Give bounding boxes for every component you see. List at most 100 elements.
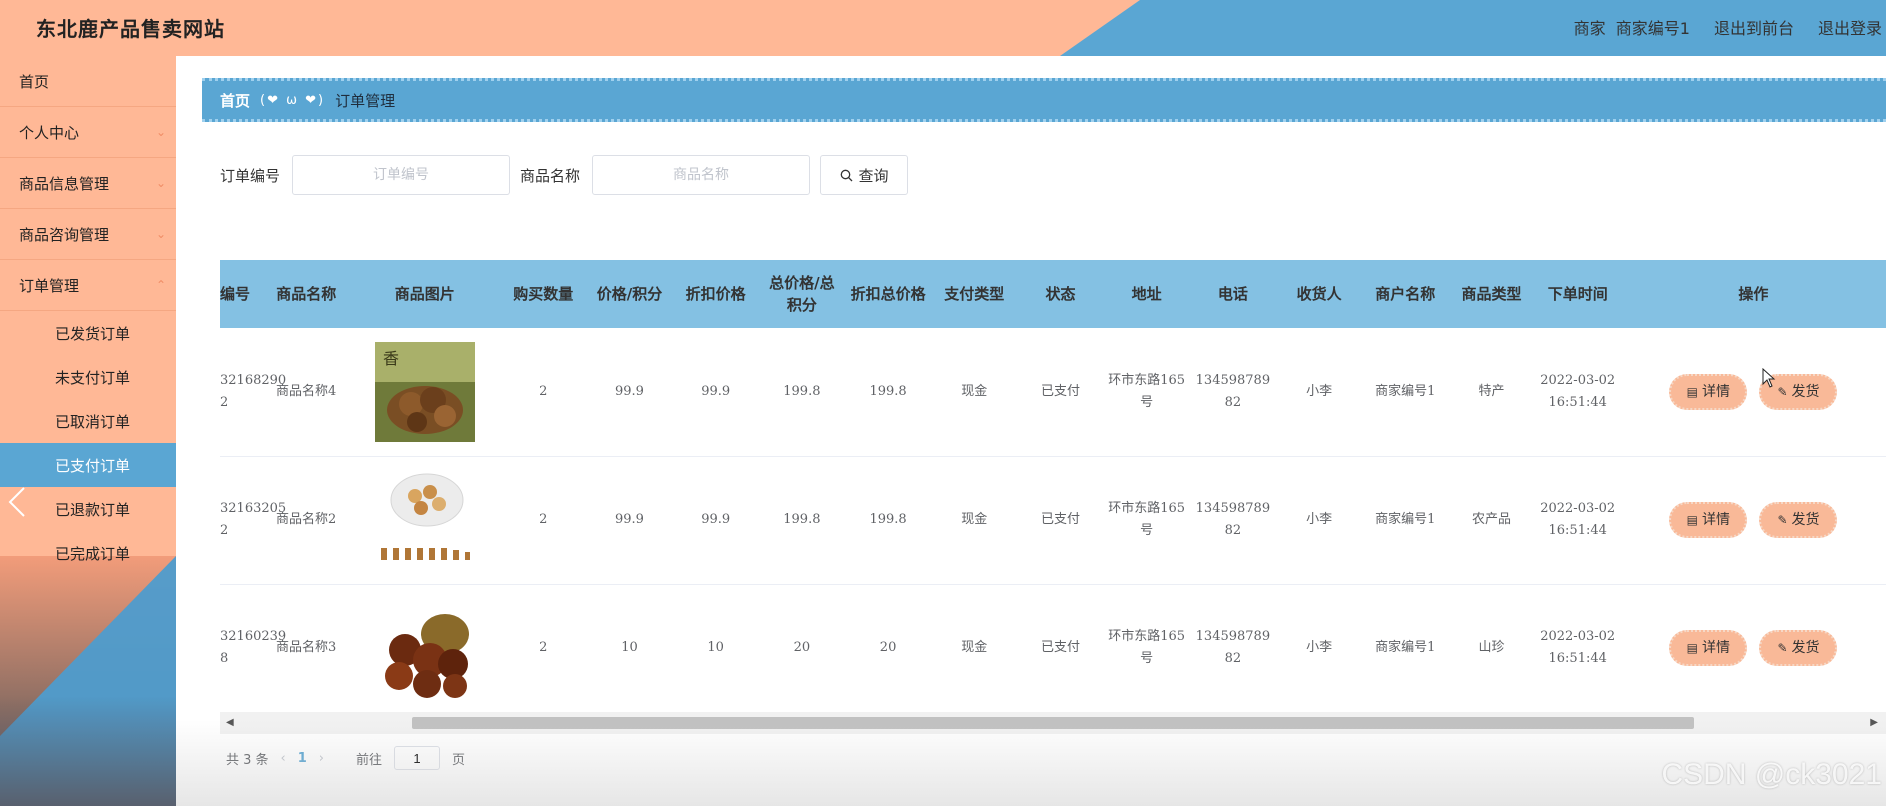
cell-qty: 2 [539,640,548,655]
header-user-area: 商家 商家编号1 退出到前台 退出登录 [1574,15,1882,39]
user-name: 商家编号1 [1615,19,1690,38]
column-header: 状态 [1045,285,1076,303]
cell-pay-type: 现金 [961,512,988,527]
goto-page-input[interactable] [394,746,441,770]
mouse-cursor-icon [1762,368,1776,388]
edit-icon: ✎ [1777,384,1788,399]
document-icon: ▤ [1686,641,1698,655]
table-row: 32160239 8 商品名称3 2 10 10 20 20 现金 已支付 环市… [220,584,1886,712]
column-header: 折扣价格 [685,285,746,303]
cell-id: 32160239 8 [220,629,287,666]
cell-category: 山珍 [1478,640,1505,655]
product-image-chestnuts [374,598,475,698]
cell-qty: 2 [539,383,548,399]
sidebar-item-label: 商品信息管理 [19,174,110,193]
table-horizontal-scrollbar[interactable]: ◀ ▶ [220,712,1886,734]
ship-button-label: 发货 [1791,640,1820,656]
sidebar-item-personal-center[interactable]: 个人中心 ⌄ [0,107,176,158]
sidebar-item-product-info[interactable]: 商品信息管理 ⌄ [0,158,176,209]
detail-button[interactable]: ▤ 详情 [1669,630,1748,666]
page-suffix: 页 [452,752,466,768]
cell-category: 农产品 [1471,512,1511,527]
product-image-dried-mushroom: 香 [374,341,475,442]
order-no-input[interactable] [292,155,511,195]
cell-status: 已支付 [1040,640,1080,655]
scrollbar-thumb[interactable] [412,717,1694,729]
breadcrumb-separator: (❤ ω ❤) [260,92,326,108]
chevron-left-icon[interactable] [6,484,30,520]
submenu-completed-orders[interactable]: 已完成订单 [0,531,176,575]
submenu-paid-orders[interactable]: 已支付订单 [0,443,176,487]
submenu-shipped-orders[interactable]: 已发货订单 [0,311,176,355]
column-header: 支付类型 [944,285,1005,303]
site-title: 东北鹿产品售卖网站 [36,17,225,41]
cell-pay-type: 现金 [961,640,988,655]
breadcrumb-home[interactable]: 首页 [220,90,250,111]
cell-receiver: 小李 [1306,383,1333,399]
cell-total: 199.8 [783,512,821,527]
table-header-row: 编号 商品名称 商品图片 购买数量 价格/积分 折扣价格 总价格/总积分 折扣总… [220,260,1886,328]
cell-id: 32163205 2 [220,501,287,538]
cell-actions: ▤ 详情 ✎ 发货 [1621,456,1886,584]
cell-status: 已支付 [1040,512,1080,527]
cell-status: 已支付 [1040,383,1080,399]
pagination: 共 3 条 ‹ 1 › 前往 页 [226,746,465,770]
cell-address: 环市东路165号 [1108,501,1186,538]
scroll-left-icon[interactable]: ◀ [226,717,234,728]
cell-actions: ▤ 详情 ✎ 发货 [1621,328,1886,456]
cell-price: 99.9 [614,383,644,399]
pagination-total: 共 3 条 [226,752,269,768]
logout-link[interactable]: 退出登录 [1818,15,1882,39]
prev-page-icon[interactable]: ‹ [281,751,286,766]
svg-text:香: 香 [383,349,399,368]
submenu-unpaid-orders[interactable]: 未支付订单 [0,355,176,399]
sidebar-item-home[interactable]: 首页 [0,56,176,107]
sidebar-item-product-consult[interactable]: 商品咨询管理 ⌄ [0,209,176,260]
cell-qty: 2 [539,512,548,527]
cell-pay-type: 现金 [961,383,988,399]
page-number-current[interactable]: 1 [298,751,307,766]
query-button[interactable]: 查询 [820,155,909,195]
column-header: 编号 [220,285,251,303]
ship-button[interactable]: ✎ 发货 [1759,502,1838,538]
cell-product-name: 商品名称2 [276,512,337,527]
edit-icon: ✎ [1777,513,1788,527]
detail-button[interactable]: ▤ 详情 [1669,373,1748,410]
cell-order-time: 2022-03-02 16:51:44 [1540,629,1616,666]
cell-price: 10 [621,640,638,655]
order-no-label: 订单编号 [220,166,281,185]
ship-button-label: 发货 [1791,512,1820,528]
column-header: 商品名称 [276,285,337,303]
breadcrumb: 首页 (❤ ω ❤) 订单管理 [202,78,1886,122]
next-page-icon[interactable]: › [319,751,324,766]
column-header: 收货人 [1296,285,1342,303]
sidebar-item-label: 首页 [19,72,50,91]
cell-merchant: 商家编号1 [1375,640,1436,655]
cell-receiver: 小李 [1306,640,1333,655]
order-table-wrapper: 编号 商品名称 商品图片 购买数量 价格/积分 折扣价格 总价格/总积分 折扣总… [220,260,1886,712]
ship-button[interactable]: ✎ 发货 [1759,630,1838,666]
sidebar-item-label: 订单管理 [19,276,80,295]
cell-category: 特产 [1478,383,1505,399]
detail-button[interactable]: ▤ 详情 [1669,502,1748,538]
column-header: 商户名称 [1375,285,1436,303]
order-table: 编号 商品名称 商品图片 购买数量 价格/积分 折扣价格 总价格/总积分 折扣总… [220,260,1886,712]
search-icon [840,169,852,181]
column-header: 地址 [1131,285,1162,303]
goto-label: 前往 [356,752,383,768]
cell-discount-total: 199.8 [869,512,907,527]
document-icon: ▤ [1686,513,1698,527]
cell-receiver: 小李 [1306,512,1333,527]
cell-actions: ▤ 详情 ✎ 发货 [1621,584,1886,712]
product-name-input[interactable] [592,155,811,195]
sidebar-item-order-management[interactable]: 订单管理 ⌃ [0,260,176,311]
cell-product-name: 商品名称4 [276,383,337,399]
submenu-cancelled-orders[interactable]: 已取消订单 [0,399,176,443]
scroll-right-icon[interactable]: ▶ [1870,717,1878,728]
cell-discount-total: 199.8 [869,383,907,399]
cell-discount-total: 20 [879,640,897,655]
detail-button-label: 详情 [1702,383,1730,400]
product-image-nuts-plate [374,470,475,570]
cell-address: 环市东路165号 [1108,372,1186,410]
back-to-front-link[interactable]: 退出到前台 [1714,15,1794,39]
